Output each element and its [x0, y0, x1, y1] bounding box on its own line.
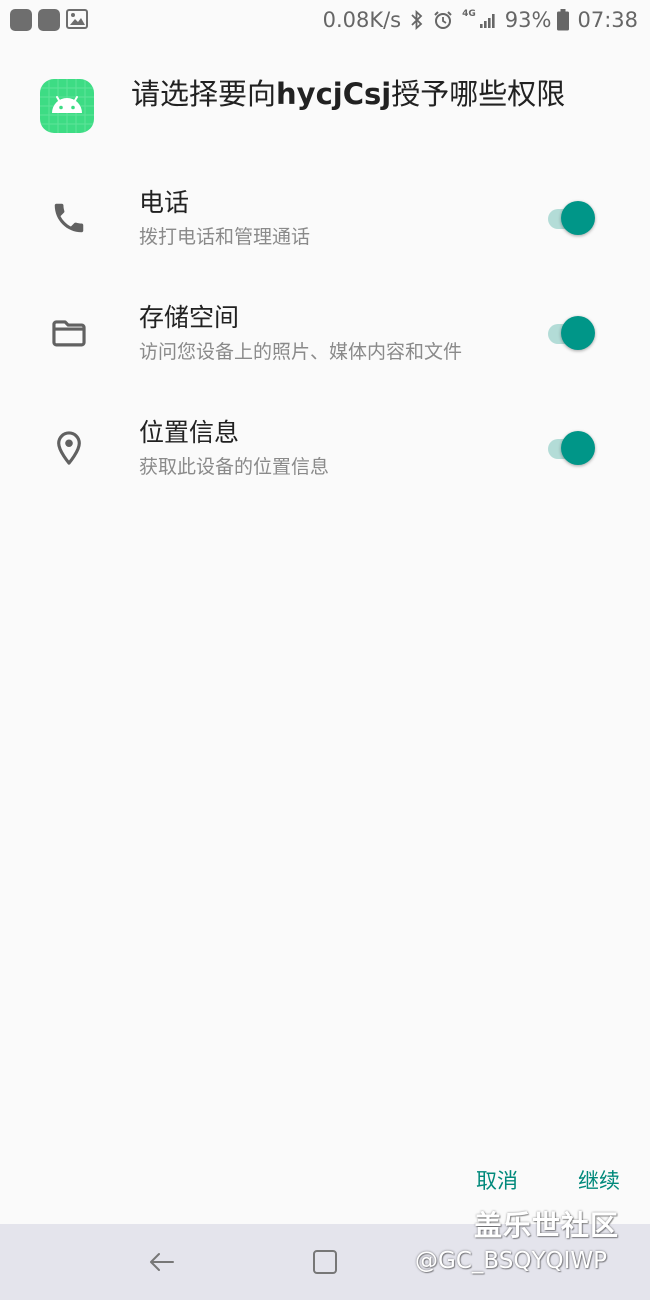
- permission-toggle-phone[interactable]: [546, 199, 598, 237]
- toggle-thumb: [561, 201, 595, 235]
- app-name: hycjCsj: [276, 77, 392, 111]
- alarm-icon: [433, 10, 453, 30]
- permission-description: 访问您设备上的照片、媒体内容和文件: [139, 341, 463, 363]
- bluetooth-icon: [410, 10, 424, 30]
- folder-icon: [52, 320, 86, 347]
- permission-toggle-storage[interactable]: [546, 314, 598, 352]
- gallery-icon: [66, 9, 88, 29]
- permission-row-storage: 存储空间 访问您设备上的照片、媒体内容和文件: [0, 300, 650, 400]
- title-prefix: 请选择要向: [131, 77, 277, 111]
- cancel-button[interactable]: 取消: [476, 1163, 518, 1199]
- notification-icon: [38, 9, 60, 31]
- permission-title: 位置信息: [139, 418, 240, 447]
- permission-description: 获取此设备的位置信息: [139, 456, 330, 478]
- status-bar: 0.08K/s 4G 93% 07:38: [0, 0, 650, 40]
- permission-row-location: 位置信息 获取此设备的位置信息: [0, 415, 650, 515]
- toggle-thumb: [561, 316, 595, 350]
- status-bar-right: 0.08K/s 4G 93% 07:38: [315, 0, 638, 40]
- signal-icon: [479, 11, 497, 29]
- watermark-site: 盖乐世社区: [474, 1209, 620, 1242]
- android-app-icon: [40, 79, 94, 133]
- permission-row-phone: 电话 拨打电话和管理通话: [0, 185, 650, 285]
- phone-icon: [54, 203, 84, 233]
- network-type: 4G: [462, 9, 476, 25]
- toggle-thumb: [561, 431, 595, 465]
- permission-title: 存储空间: [139, 303, 240, 332]
- battery-percent: 93%: [504, 8, 552, 32]
- permission-dialog-screen: 0.08K/s 4G 93% 07:38 请选择要向hycjCsj授予哪些权限 …: [0, 0, 650, 1300]
- location-icon: [57, 431, 81, 465]
- net-speed: 0.08K/s: [322, 8, 402, 32]
- dialog-title: 请选择要向hycjCsj授予哪些权限: [131, 74, 565, 114]
- back-icon[interactable]: [146, 1246, 178, 1278]
- watermark-user: @GC_BSQYQIWP: [415, 1248, 608, 1274]
- permission-description: 拨打电话和管理通话: [139, 226, 311, 248]
- permission-toggle-location[interactable]: [546, 429, 598, 467]
- permission-title: 电话: [139, 188, 190, 217]
- clock: 07:38: [577, 8, 638, 32]
- notification-icon: [10, 9, 32, 31]
- continue-button[interactable]: 继续: [578, 1163, 620, 1199]
- title-suffix: 授予哪些权限: [391, 77, 566, 111]
- battery-icon: [557, 9, 570, 31]
- recents-icon[interactable]: [309, 1246, 341, 1278]
- network-type-label: 4G: [462, 9, 476, 19]
